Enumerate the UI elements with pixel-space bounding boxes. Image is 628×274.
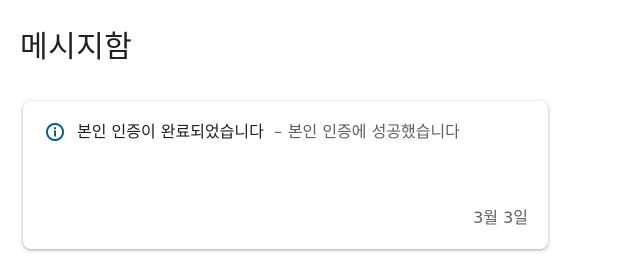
message-card[interactable]: 본인 인증이 완료되었습니다 – 본인 인증에 성공했습니다 3월 3일 <box>23 101 548 249</box>
info-icon <box>45 122 65 142</box>
message-separator: – <box>273 122 282 141</box>
inbox-page: 메시지함 본인 인증이 완료되었습니다 – 본인 인증에 성공했습니다 3월 3… <box>0 0 628 274</box>
message-date: 3월 3일 <box>473 208 528 227</box>
message-subtitle: 본인 인증에 성공했습니다 <box>287 122 460 141</box>
page-title: 메시지함 <box>20 30 133 65</box>
message-header: 본인 인증이 완료되었습니다 – 본인 인증에 성공했습니다 <box>45 121 460 143</box>
message-title: 본인 인증이 완료되었습니다 <box>77 122 264 141</box>
